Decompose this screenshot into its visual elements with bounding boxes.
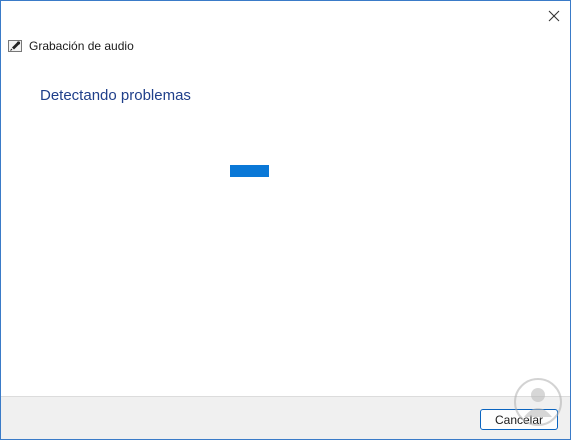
- close-icon: [548, 10, 560, 22]
- progress-fill: [230, 165, 269, 177]
- troubleshooter-window: Grabación de audio Detectando problemas …: [0, 0, 571, 440]
- footer-bar: Cancelar: [1, 396, 570, 439]
- progress-indicator: [230, 165, 269, 177]
- cancel-button[interactable]: Cancelar: [480, 409, 558, 430]
- status-heading: Detectando problemas: [40, 87, 191, 104]
- close-button[interactable]: [537, 1, 570, 31]
- microphone-icon: [8, 39, 23, 53]
- window-title-row: Grabación de audio: [8, 38, 134, 54]
- window-title: Grabación de audio: [29, 39, 134, 53]
